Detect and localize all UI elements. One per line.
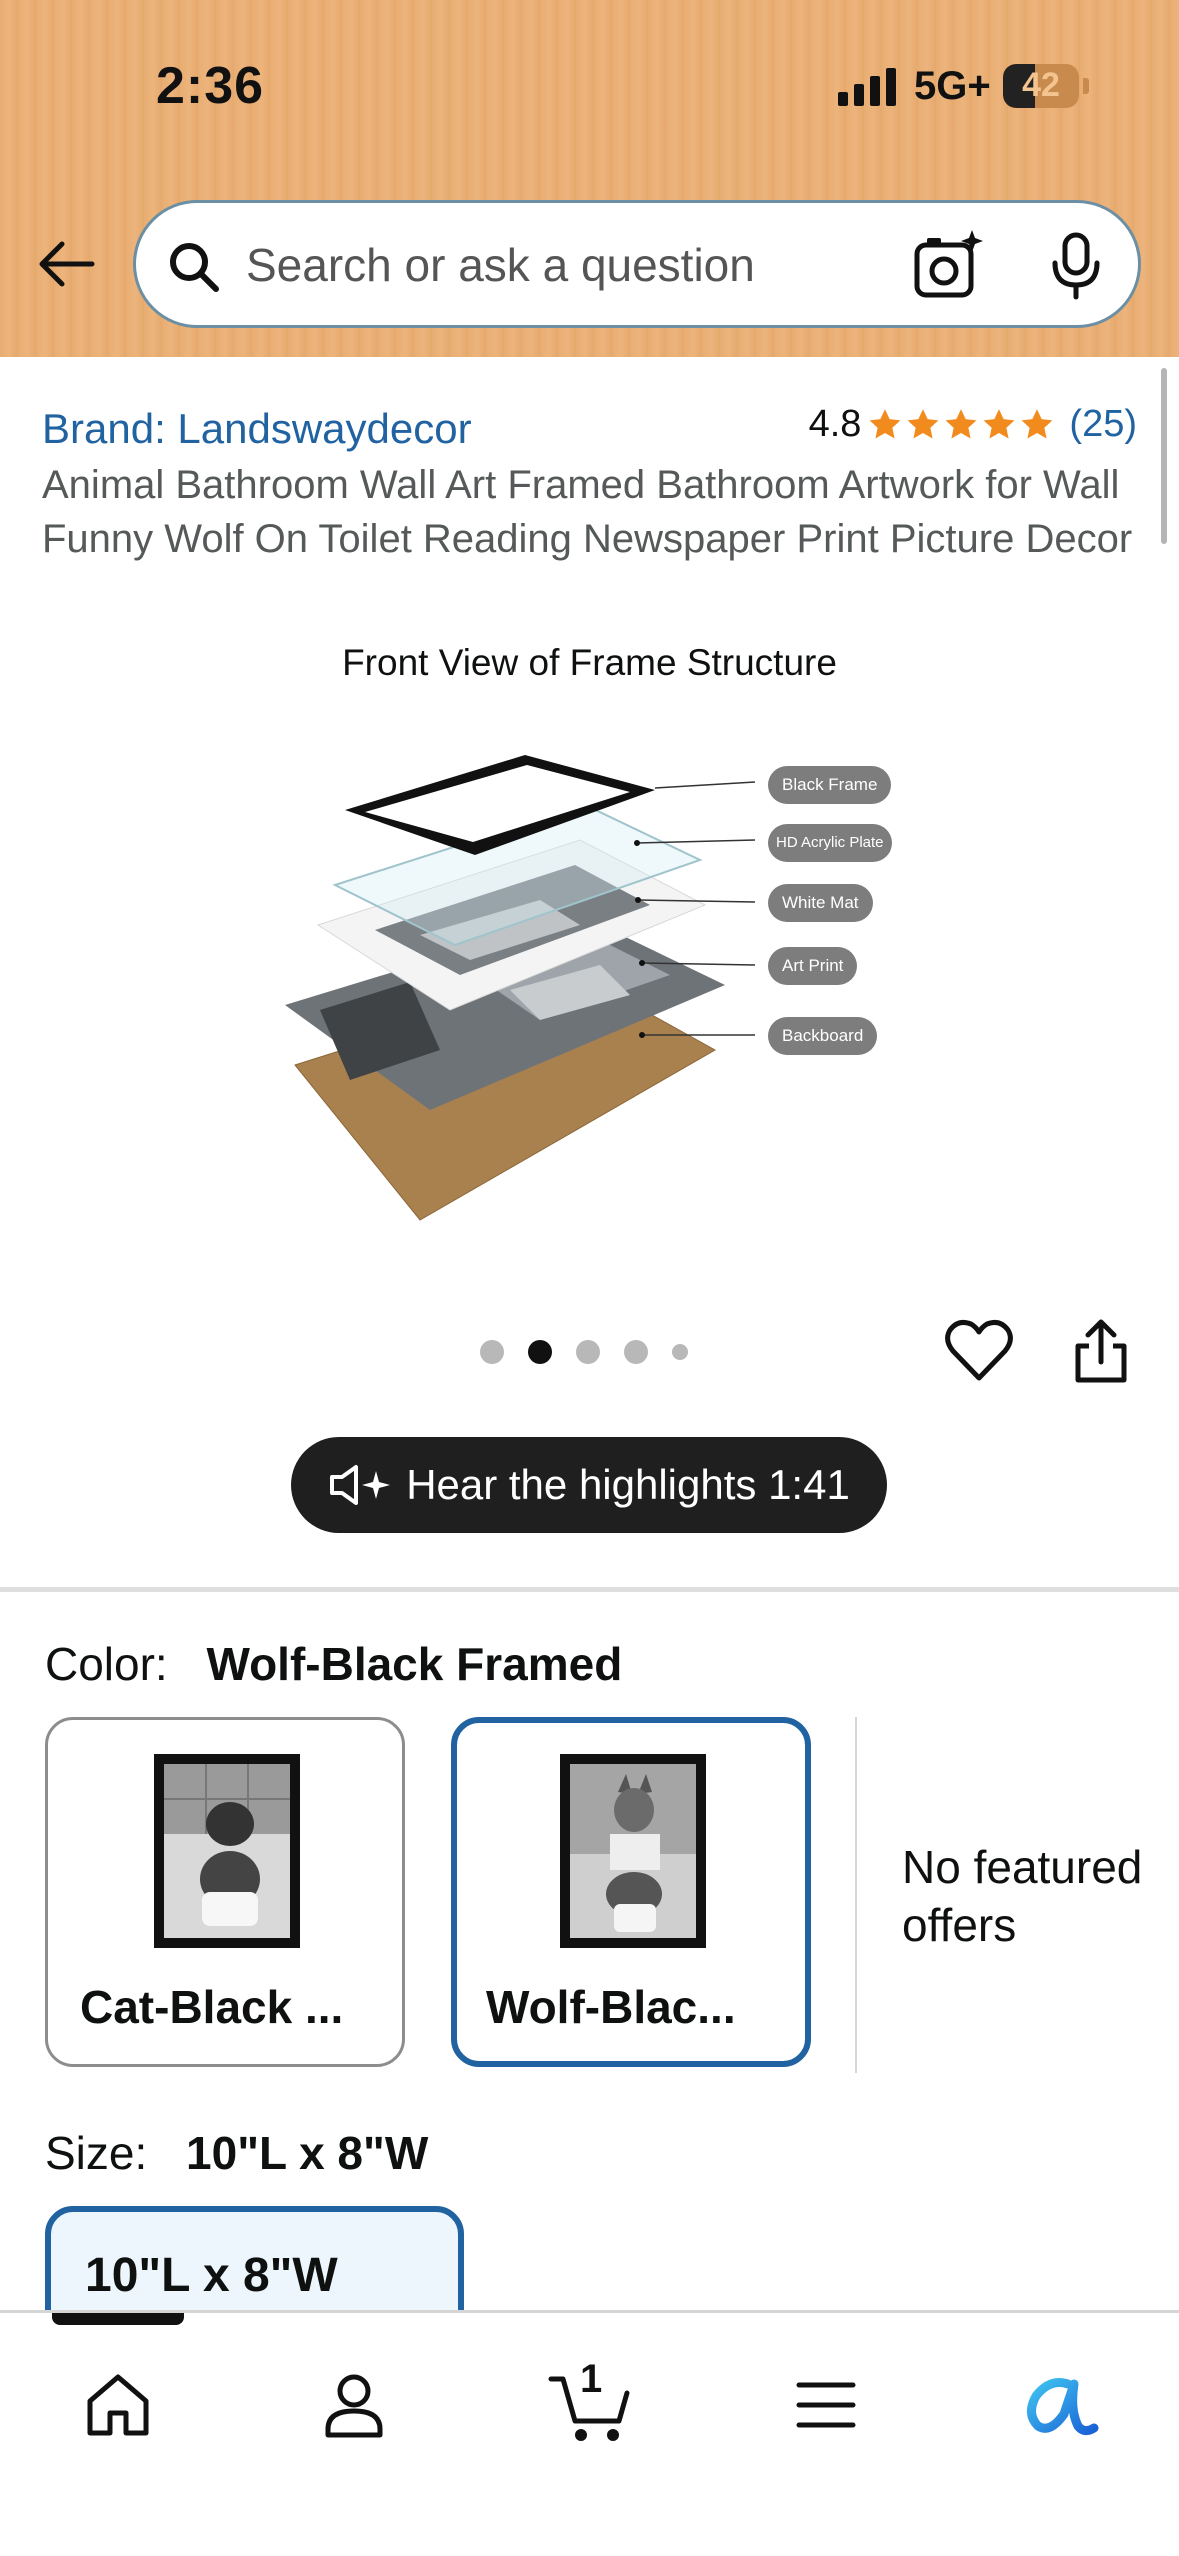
home-icon (87, 2374, 149, 2436)
battery-cap (1083, 78, 1089, 94)
cat-print-thumbnail (154, 1754, 300, 1948)
label-white-mat: White Mat (768, 884, 873, 922)
nav-account[interactable] (304, 2355, 404, 2455)
share-button[interactable] (1068, 1318, 1134, 1389)
active-tab-indicator (52, 2313, 184, 2325)
label-backboard: Backboard (768, 1017, 878, 1055)
product-image[interactable]: Black Frame HD Acrylic Plate White Mat A… (280, 720, 920, 1240)
star-rating (867, 407, 1055, 443)
star-icon (907, 408, 939, 438)
rating-count-link[interactable]: (25) (1069, 403, 1137, 446)
status-time: 2:36 (156, 57, 265, 115)
color-option-label: Cat-Black ... (80, 1981, 344, 2033)
color-option-label: Wolf-Blac... (486, 1981, 736, 2033)
star-icon (983, 408, 1015, 438)
speaker-sparkle-icon (330, 1465, 391, 1505)
color-option-cat[interactable]: Cat-Black ... (45, 1717, 405, 2067)
carousel-dot-active[interactable] (528, 1340, 552, 1364)
rufus-icon (1027, 2378, 1099, 2436)
app-header: 2:36 5G+ 42 (0, 0, 1179, 357)
search-bar[interactable] (133, 200, 1141, 328)
color-label: Color: (45, 1638, 168, 1690)
no-featured-offers: No featured offers (902, 1841, 1143, 1951)
nav-rufus[interactable] (1010, 2355, 1110, 2455)
account-icon (325, 2374, 383, 2438)
arrow-left-icon (39, 241, 95, 287)
carousel-dot[interactable] (480, 1340, 504, 1364)
star-icon (945, 408, 977, 438)
section-divider (0, 1587, 1179, 1592)
size-option-label: 10"L x 8"W (85, 2249, 338, 2302)
star-icon (1021, 408, 1053, 438)
star-icon (869, 408, 901, 438)
image-carousel-dots[interactable] (480, 1340, 688, 1364)
cart-count-badge: 1 (580, 2357, 603, 2401)
network-type: 5G+ (914, 64, 991, 108)
menu-icon (796, 2382, 856, 2428)
camera-search-icon[interactable] (911, 227, 987, 303)
back-button[interactable] (30, 228, 102, 300)
nav-home[interactable] (68, 2355, 168, 2455)
wishlist-button[interactable] (944, 1318, 1014, 1389)
battery-percent: 42 (1022, 66, 1060, 104)
product-title: Animal Bathroom Wall Art Framed Bathroom… (42, 463, 1133, 561)
rating-value: 4.8 (808, 403, 862, 445)
share-icon (1075, 1319, 1127, 1383)
nav-menu[interactable] (776, 2355, 876, 2455)
battery-icon: 42 (1003, 64, 1079, 108)
wolf-print-thumbnail (560, 1754, 706, 1948)
microphone-icon[interactable] (1038, 227, 1114, 303)
nav-cart[interactable]: 1 (540, 2355, 640, 2455)
label-acrylic-plate: HD Acrylic Plate (768, 824, 892, 862)
hear-highlights-button[interactable]: Hear the highlights 1:41 (291, 1437, 887, 1533)
hear-highlights-label: Hear the highlights 1:41 (406, 1461, 850, 1508)
size-label: Size: (45, 2127, 148, 2179)
rating-summary[interactable]: 4.8 (25) (809, 403, 1137, 446)
search-icon (170, 243, 219, 292)
color-selected-value: Wolf-Black Framed (206, 1638, 623, 1690)
label-black-frame: Black Frame (768, 766, 892, 804)
bottom-navigation: 1 (0, 2310, 1179, 2556)
offers-divider (855, 1717, 857, 2073)
carousel-dot[interactable] (624, 1340, 648, 1364)
image-caption: Front View of Frame Structure (342, 642, 837, 683)
size-selected-value: 10"L x 8"W (186, 2127, 429, 2179)
carousel-dot[interactable] (672, 1344, 688, 1360)
brand-link[interactable]: Brand: Landswaydecor (42, 405, 472, 453)
color-selection-header: Color: Wolf-Black Framed (45, 1637, 622, 1691)
search-input[interactable] (246, 227, 886, 303)
size-selection-header: Size: 10"L x 8"W (45, 2126, 428, 2180)
scrollbar[interactable] (1161, 368, 1167, 544)
signal-icon (838, 66, 896, 106)
carousel-dot[interactable] (576, 1340, 600, 1364)
heart-icon (945, 1320, 1013, 1381)
color-option-wolf[interactable]: Wolf-Blac... (451, 1717, 811, 2067)
label-art-print: Art Print (768, 947, 858, 985)
